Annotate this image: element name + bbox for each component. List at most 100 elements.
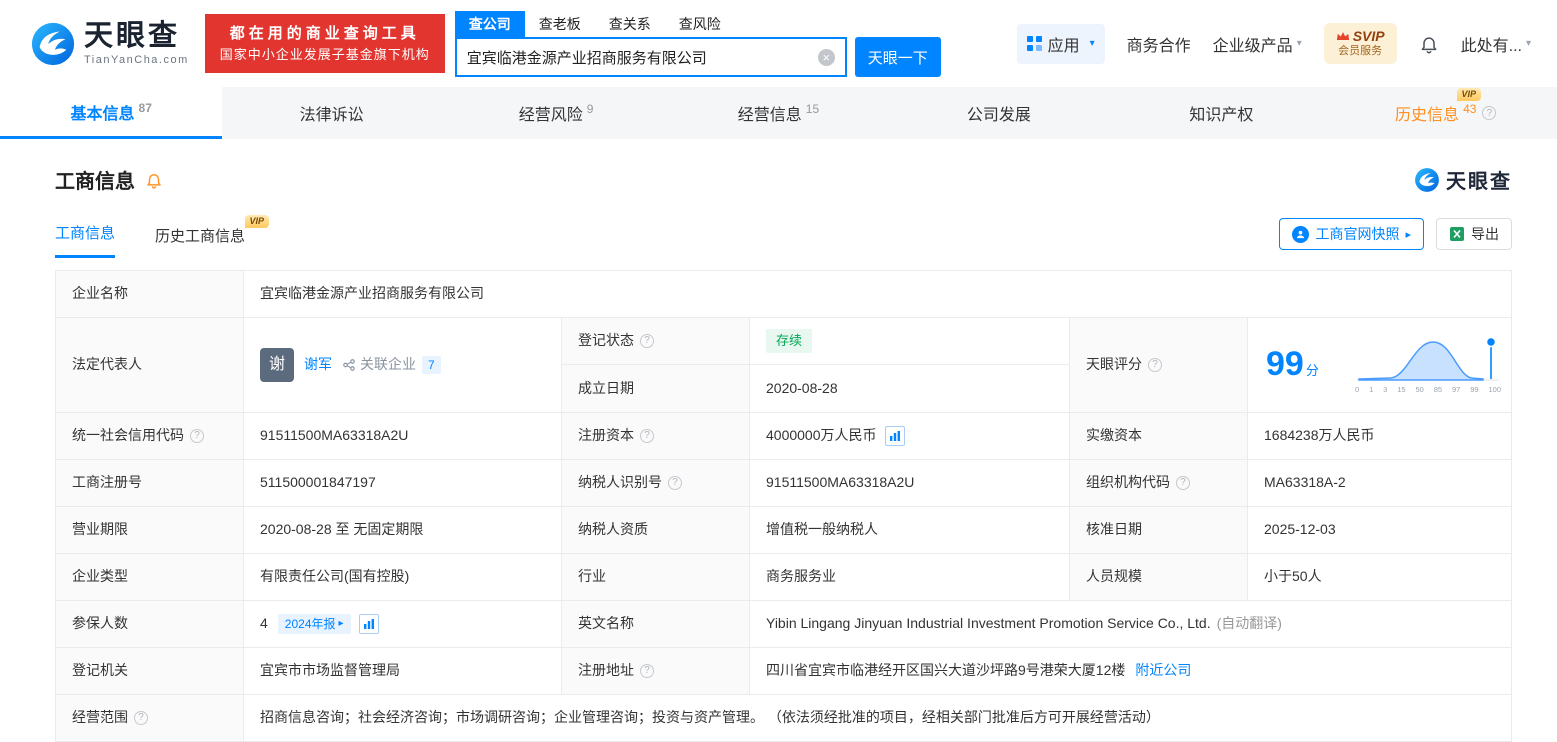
official-snapshot-button[interactable]: 工商官网快照 [1279,218,1424,250]
chart-icon[interactable] [358,614,379,634]
account-menu[interactable]: 此处有... ▾ [1461,32,1531,56]
auto-translate-note: (自动翻译) [1216,615,1282,632]
value-registered-address: 四川省宜宾市临港经开区国兴大道沙坪路9号港荣大厦12楼 附近公司 [750,648,1511,694]
value-company-name: 宜宾临港金源产业招商服务有限公司 [244,271,1511,317]
related-company-count[interactable]: 7 [422,355,441,375]
search-tab-boss[interactable]: 查老板 [525,11,595,37]
vip-badge: VIP [244,215,270,228]
tab-business-info[interactable]: 经营信息 15 [667,87,889,139]
business-info-table: 企业名称 宜宾临港金源产业招商服务有限公司 法定代表人 谢 谢军 关联企业 7 … [55,270,1512,742]
brand-name: 天眼查 [84,20,181,53]
search-button[interactable]: 天眼一下 [854,37,941,77]
value-unified-credit-code: 91511500MA63318A2U [244,413,562,459]
help-icon[interactable] [190,429,204,443]
search-tab-risk[interactable]: 查风险 [665,11,735,37]
monitor-bell-icon[interactable] [145,171,163,189]
help-icon[interactable] [134,711,148,725]
notification-bell-icon[interactable] [1419,34,1439,54]
label-tianyan-score: 天眼评分 [1070,318,1248,412]
label-legal-representative: 法定代表人 [56,318,244,412]
subtab-business-info[interactable]: 工商信息 [55,222,116,258]
chevron-down-icon: ▾ [1089,38,1095,49]
value-legal-representative: 谢 谢军 关联企业 7 [244,318,562,412]
chevron-down-icon: ▾ [1525,38,1531,49]
label-company-type: 企业类型 [56,554,244,600]
search-input[interactable] [466,48,818,66]
tab-label: 基本信息 [70,105,135,123]
clear-icon[interactable]: × [817,48,835,66]
value-establish-date: 2020-08-28 [750,365,1070,412]
label-company-name: 企业名称 [56,271,244,317]
search-tab-company[interactable]: 查公司 [454,11,525,37]
label-business-term: 营业期限 [56,507,244,553]
label-registered-capital: 注册资本 [562,413,750,459]
tab-history-info[interactable]: 历史信息 VIP 43 [1335,87,1557,139]
tianyancha-logo[interactable]: 天眼查 TianYanCha.com [30,21,189,67]
label-taxpayer-quality: 纳税人资质 [562,507,750,553]
tab-operating-risk[interactable]: 经营风险 9 [445,87,667,139]
tab-basic-info[interactable]: 基本信息 87 [0,87,223,139]
subtab-label: 历史工商信息 [155,228,246,245]
menu-enterprise-products[interactable]: 企业级产品 ▾ [1213,32,1302,56]
score-axis-ticks: 01 3 15 50 85 97 99 100 [1355,385,1501,395]
tab-count: 15 [805,102,820,116]
label-registration-authority: 登记机关 [56,648,244,694]
snapshot-label: 工商官网快照 [1315,226,1400,242]
apps-grid-icon [1026,36,1042,51]
svip-sublabel: 会员服务 [1338,45,1383,58]
tab-intellectual-property[interactable]: 知识产权 [1112,87,1334,139]
legal-rep-avatar[interactable]: 谢 [260,348,294,382]
tab-label: 法律诉讼 [299,107,364,124]
tab-label: 公司发展 [966,107,1031,124]
vip-badge: VIP [1456,88,1482,101]
search-tab-relation[interactable]: 查关系 [595,11,665,37]
search-box: × [454,37,847,77]
help-icon[interactable] [1482,106,1497,120]
tab-legal-proceedings[interactable]: 法律诉讼 [222,87,444,139]
svip-membership[interactable]: SVIP 会员服务 [1323,22,1397,65]
export-button[interactable]: 导出 [1436,218,1512,250]
value-taxpayer-quality: 增值税一般纳税人 [750,507,1070,553]
promo-line-2: 国家中小企业发展子基金旗下机构 [219,47,430,63]
legal-rep-name-link[interactable]: 谢军 [304,355,332,375]
promo-line-1: 都在用的商业查询工具 [229,24,420,42]
value-approval-date: 2025-12-03 [1248,507,1511,553]
label-insured-count: 参保人数 [56,601,244,647]
promo-banner: 都在用的商业查询工具 国家中小企业发展子基金旗下机构 [204,13,445,74]
value-company-type: 有限责任公司(国有控股) [244,554,562,600]
account-menu-label: 此处有... [1460,37,1522,55]
value-staff-size: 小于50人 [1248,554,1511,600]
help-icon[interactable] [1148,358,1162,372]
subtab-history-business-info[interactable]: 历史工商信息 VIP [155,215,270,258]
help-icon[interactable] [1176,476,1190,490]
annual-report-chip[interactable]: 2024年报 ▸ [277,613,351,635]
tab-count: 43 [1463,102,1477,116]
help-icon[interactable] [640,664,654,678]
site-header: 天眼查 TianYanCha.com 都在用的商业查询工具 国家中小企业发展子基… [0,0,1557,87]
tab-label: 经营信息 [737,107,802,124]
search-tabs: 查公司 查老板 查关系 查风险 [454,10,941,37]
value-business-term: 2020-08-28 至 无固定期限 [244,507,562,553]
help-icon[interactable] [668,476,682,490]
chevron-down-icon: ▾ [1296,38,1302,49]
arrow-right-icon [1405,228,1411,241]
value-registration-status: 存续 [750,318,1070,365]
tab-label: 知识产权 [1189,107,1254,124]
label-staff-size: 人员规模 [1070,554,1248,600]
value-tianyan-score[interactable]: 99 分 01 3 15 50 85 97 99 100 [1248,318,1511,412]
score-number: 99 [1266,345,1304,384]
table-row: 法定代表人 谢 谢军 关联企业 7 登记状态 存续 成立日期 2 [56,318,1511,413]
table-row: 工商注册号 511500001847197 纳税人识别号 91511500MA6… [56,460,1511,507]
label-english-name: 英文名称 [562,601,750,647]
table-row: 统一社会信用代码 91511500MA63318A2U 注册资本 4000000… [56,413,1511,460]
company-nav-tabs: 基本信息 87 法律诉讼 经营风险 9 经营信息 15 公司发展 知识产权 历史… [0,87,1557,139]
tab-company-development[interactable]: 公司发展 [890,87,1112,139]
help-icon[interactable] [640,334,654,348]
help-icon[interactable] [640,429,654,443]
apps-menu[interactable]: 应用 ▾ [1016,23,1105,64]
nearby-companies-link[interactable]: 附近公司 [1135,661,1191,681]
related-company-label[interactable]: 关联企业 [360,355,416,375]
menu-cooperation[interactable]: 商务合作 [1127,32,1191,56]
chart-icon[interactable] [884,426,905,446]
label-business-reg-number: 工商注册号 [56,460,244,506]
